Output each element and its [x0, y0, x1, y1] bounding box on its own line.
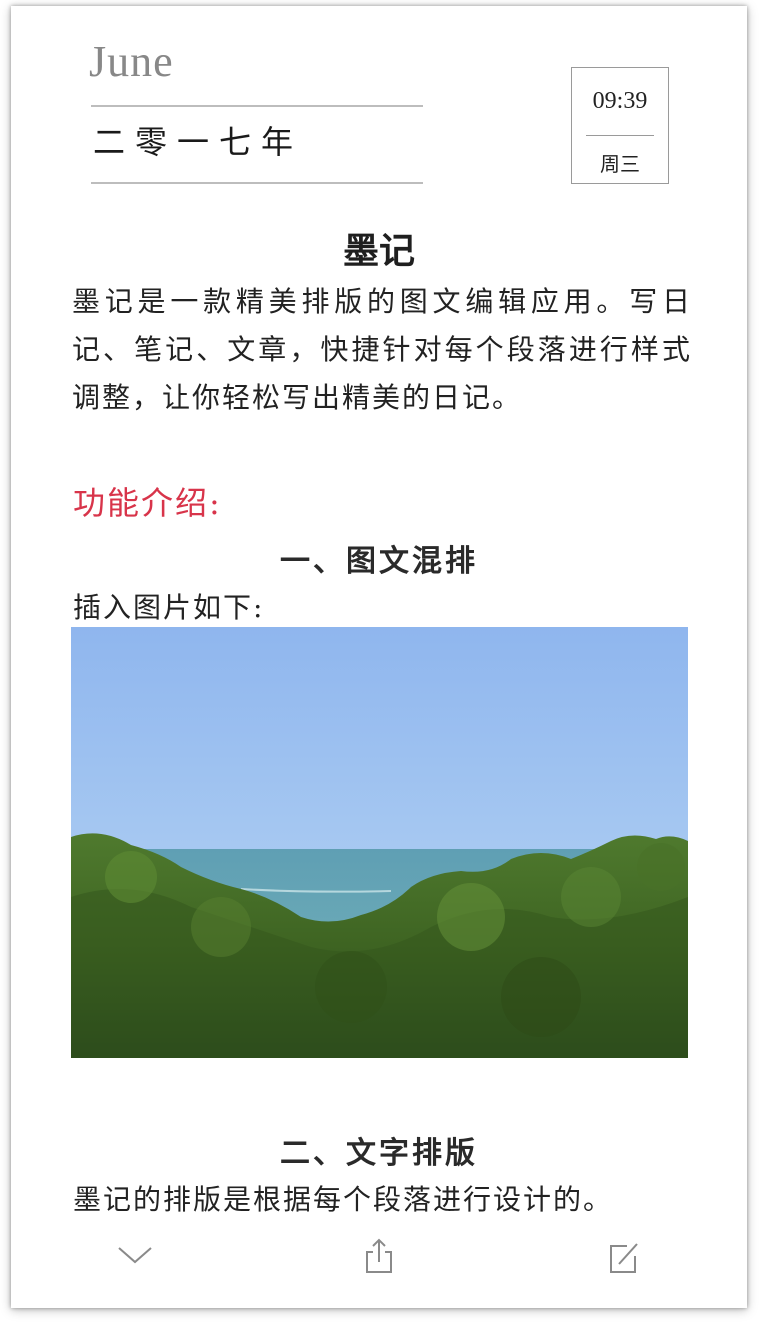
chevron-down-icon[interactable] [115, 1236, 155, 1276]
year-label: 二零一七年 [93, 123, 304, 161]
weekday-label: 周三 [600, 152, 640, 176]
time-label: 09:39 [592, 88, 648, 114]
section-title-image-text: 一、图文混排 [280, 544, 478, 579]
month-label: June [89, 37, 174, 86]
time-box: 09:39 周三 [571, 67, 669, 184]
section-title-text-layout: 二、文字排版 [280, 1136, 478, 1171]
edit-icon[interactable] [603, 1236, 643, 1276]
intro-paragraph: 墨记是一款精美排版的图文编辑应用。写日记、笔记、文章，快捷针对每个段落进行样式调… [72, 285, 692, 414]
layout-note: 墨记的排版是根据每个段落进行设计的。 [73, 1183, 614, 1216]
landscape-photo[interactable] [71, 627, 688, 1058]
time-divider [586, 135, 654, 136]
share-icon[interactable] [359, 1236, 399, 1276]
header-divider-top [91, 105, 423, 107]
insert-image-note: 插入图片如下: [73, 591, 265, 624]
feature-heading: 功能介绍: [73, 484, 222, 522]
article-title: 墨记 [342, 230, 415, 272]
header-divider-bottom [91, 182, 423, 184]
diary-page: June 二零一七年 09:39 周三 墨记 墨记是一款精美排版的图文编辑应用。… [11, 6, 747, 1308]
